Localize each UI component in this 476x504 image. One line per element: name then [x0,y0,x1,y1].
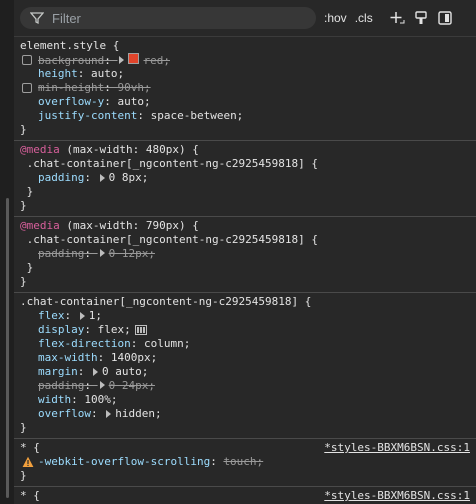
media-close-brace: } [20,199,27,212]
property-value[interactable]: auto; [91,67,124,81]
css-property[interactable]: padding: 0 24px; [20,379,470,393]
css-property[interactable]: background: red; [20,52,470,67]
format-painter-icon[interactable] [413,10,429,26]
color-swatch[interactable] [128,52,140,64]
property-checkbox[interactable] [22,55,32,65]
rule-selector[interactable]: .chat-container[_ngcontent-ng-c292545981… [20,295,470,309]
styles-toolbar: :hov .cls [14,0,476,37]
property-value[interactable]: flex; [98,323,131,337]
property-name[interactable]: width [38,393,71,407]
rule-close-brace: } [20,469,27,482]
property-value[interactable]: 1; [89,309,102,323]
rule-close-brace: } [20,185,34,198]
property-value[interactable]: 0 24px; [109,379,155,392]
property-name[interactable]: overflow [38,407,91,421]
styles-pane: :hov .cls element.style { background: re… [14,0,476,504]
filter-box[interactable] [20,7,316,29]
css-property[interactable]: overflow-y: auto; [20,95,470,109]
property-name[interactable]: min-height [38,81,104,94]
universal-rule: * { *styles-BBXM6BSN.css:1 -webkit-overf… [14,439,476,487]
element-style-rule: element.style { background: red; height:… [14,37,476,141]
property-name[interactable]: justify-content [38,109,137,123]
property-name[interactable]: background [38,54,104,67]
property-name[interactable]: padding [38,247,84,260]
css-property[interactable]: width: 100%; [20,393,470,407]
css-property[interactable]: height: auto; [20,67,470,81]
css-property[interactable]: overflow: hidden; [20,407,470,421]
rule-close-brace: } [20,123,27,136]
property-name[interactable]: padding [38,379,84,392]
rule-close-brace: } [20,261,34,274]
css-property[interactable]: max-width: 1400px; [20,351,470,365]
stylesheet-source-link[interactable]: *styles-BBXM6BSN.css:1 [324,441,470,455]
media-close-brace: } [20,275,27,288]
property-value[interactable]: red; [143,54,170,67]
property-value[interactable]: 0 auto; [102,365,148,379]
media-rule-480: @media (max-width: 480px) { .chat-contai… [14,141,476,217]
expand-triangle-icon[interactable] [93,368,98,376]
media-keyword: @media [20,143,60,156]
universal-rule: * { *styles-BBXM6BSN.css:1 [14,487,476,504]
property-name[interactable]: -webkit-overflow-scrolling [38,455,210,469]
property-value[interactable]: space-between; [151,109,244,123]
media-query[interactable]: (max-width: 790px) { [60,219,198,232]
css-property[interactable]: padding: 0 8px; [20,171,470,185]
property-value[interactable]: hidden; [115,407,161,421]
rule-selector[interactable]: .chat-container[_ngcontent-ng-c292545981… [20,157,470,171]
property-name[interactable]: height [38,67,78,81]
scrollbar-thumb[interactable] [6,198,9,498]
add-rule-icon[interactable] [389,10,405,26]
property-name[interactable]: flex [38,309,65,323]
filter-input[interactable] [50,9,306,27]
css-property[interactable]: -webkit-overflow-scrolling: touch; [20,455,470,469]
property-value[interactable]: 0 12px; [109,247,155,260]
rule-close-brace: } [20,421,27,434]
chat-container-rule: .chat-container[_ngcontent-ng-c292545981… [14,293,476,439]
property-value[interactable]: column; [144,337,190,351]
property-name[interactable]: display [38,323,84,337]
property-value[interactable]: 0 8px; [109,171,149,185]
rule-selector[interactable]: .chat-container[_ngcontent-ng-c292545981… [20,233,470,247]
hov-button[interactable]: :hov [324,11,347,25]
css-property[interactable]: justify-content: space-between; [20,109,470,123]
flexbox-editor-icon[interactable] [134,325,147,335]
media-keyword: @media [20,219,60,232]
filter-icon [30,12,44,25]
left-gutter [0,0,14,504]
css-property[interactable]: padding: 0 12px; [20,247,470,261]
property-name[interactable]: margin [38,365,78,379]
property-value[interactable]: auto; [117,95,150,109]
property-name[interactable]: max-width [38,351,98,365]
expand-triangle-icon[interactable] [79,312,85,320]
property-checkbox[interactable] [22,83,32,93]
css-property[interactable]: display: flex; [20,323,470,337]
expand-triangle-icon[interactable] [99,381,105,389]
property-name[interactable]: overflow-y [38,95,104,109]
expand-triangle-icon[interactable] [106,410,112,418]
css-property[interactable]: flex-direction: column; [20,337,470,351]
property-value[interactable]: touch; [223,455,263,469]
warning-icon [22,456,34,467]
media-query[interactable]: (max-width: 480px) { [60,143,198,156]
css-property[interactable]: flex: 1; [20,309,470,323]
property-value[interactable]: 90vh; [117,81,150,94]
expand-triangle-icon[interactable] [119,55,125,64]
property-name[interactable]: flex-direction [38,337,131,351]
property-name[interactable]: padding [38,171,84,185]
rule-selector[interactable]: element.style { [20,39,470,53]
cls-button[interactable]: .cls [355,11,373,25]
media-rule-790: @media (max-width: 790px) { .chat-contai… [14,217,476,293]
css-property[interactable]: margin: 0 auto; [20,365,470,379]
css-property[interactable]: min-height: 90vh; [20,81,470,95]
expand-triangle-icon[interactable] [99,174,105,182]
property-value[interactable]: 100%; [84,393,117,407]
stylesheet-source-link[interactable]: *styles-BBXM6BSN.css:1 [324,489,470,503]
property-value[interactable]: 1400px; [111,351,157,365]
expand-triangle-icon[interactable] [99,249,105,257]
toggle-sidebar-icon[interactable] [437,10,453,26]
